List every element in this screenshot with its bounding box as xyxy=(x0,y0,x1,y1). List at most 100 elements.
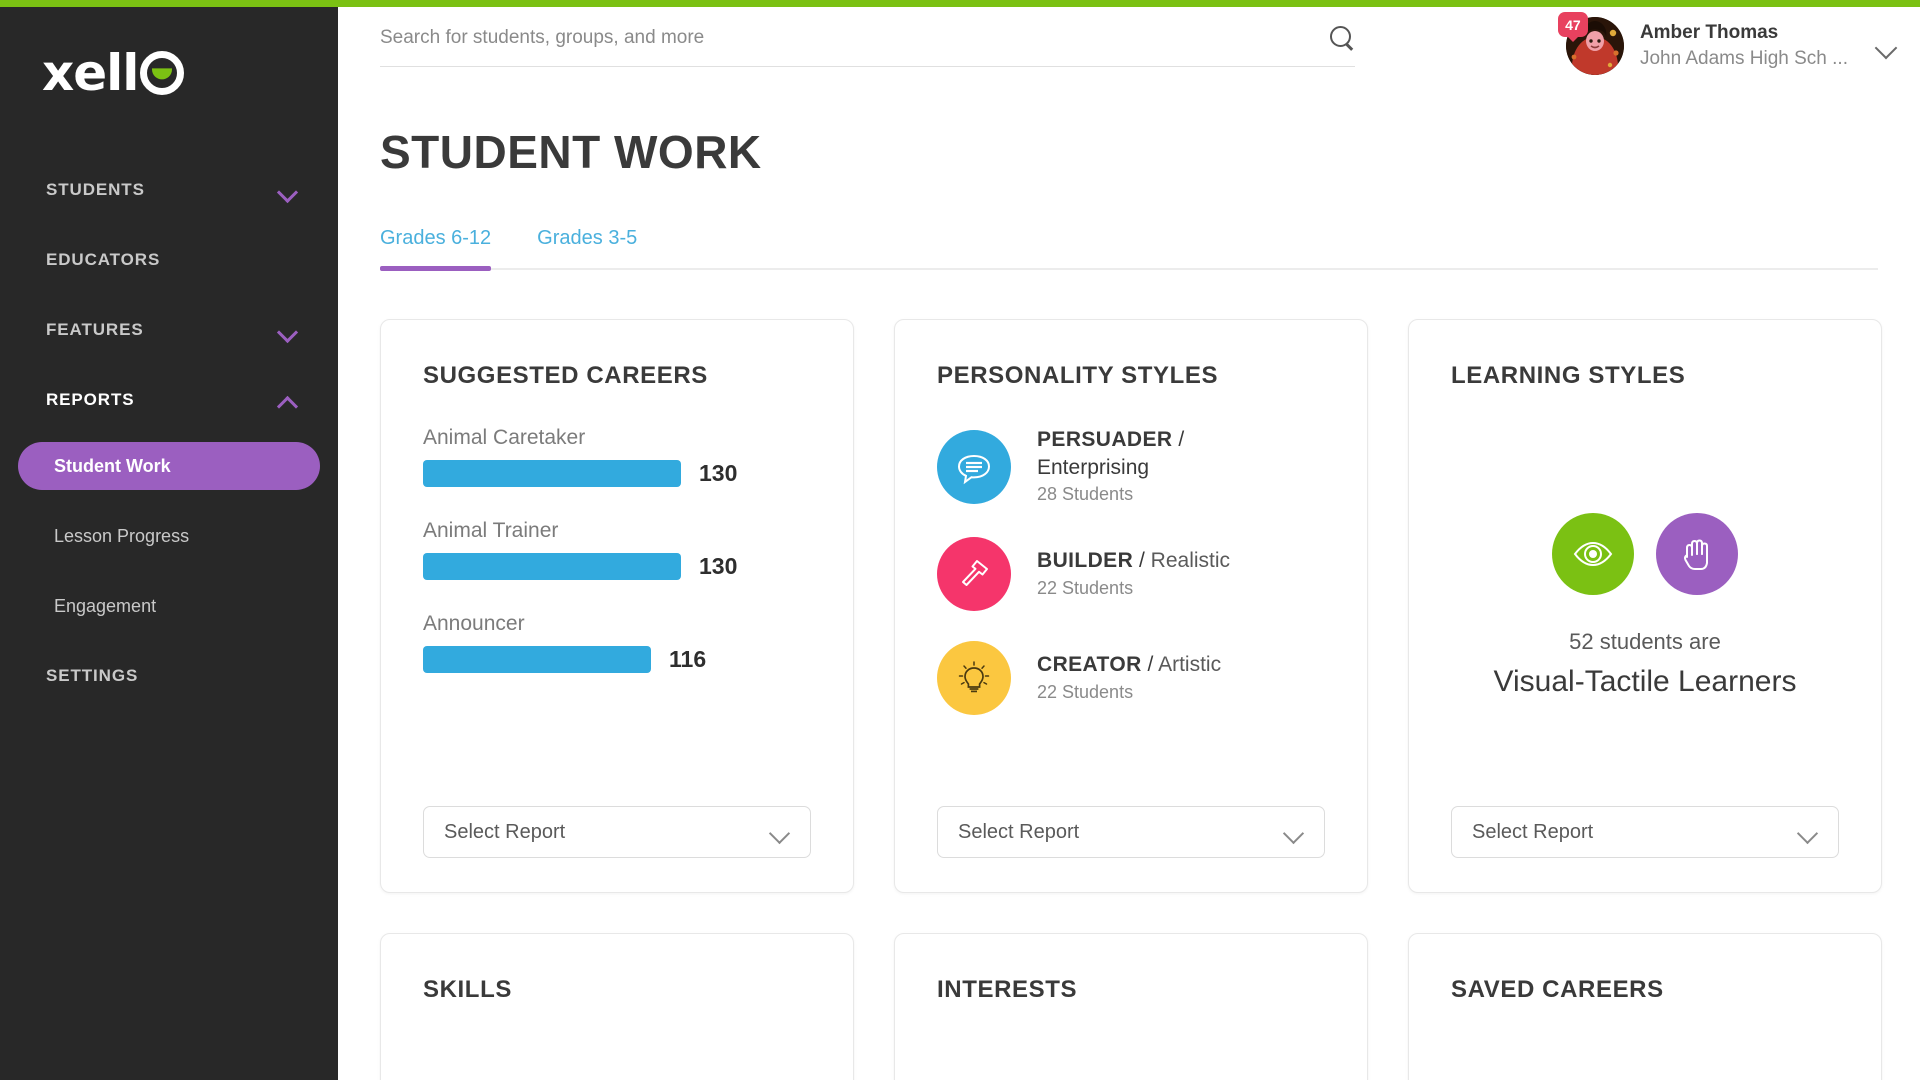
card-interests: INTERESTS xyxy=(894,933,1368,1080)
sidebar-item-lesson-progress[interactable]: Lesson Progress xyxy=(18,512,320,560)
bar-row: Announcer 116 xyxy=(423,612,811,673)
sidebar-item-features[interactable]: FEATURES xyxy=(0,312,338,348)
sidebar-item-engagement[interactable]: Engagement xyxy=(18,582,320,630)
bar-fill xyxy=(423,646,651,673)
learning-styles-count: 52 students are xyxy=(1569,629,1721,654)
personality-name-line: BUILDER / Realistic xyxy=(1037,549,1230,572)
card-saved-careers: SAVED CAREERS xyxy=(1408,933,1882,1080)
sidebar-item-label: EDUCATORS xyxy=(46,250,161,269)
personality-count: 28 Students xyxy=(1037,484,1134,505)
personality-name: BUILDER xyxy=(1037,549,1134,573)
personality-styles-list: PERSUADER / Enterprising 28 Students BUI… xyxy=(937,426,1325,806)
sidebar-item-settings[interactable]: SETTINGS xyxy=(0,658,338,694)
cards-grid: SUGGESTED CAREERS Animal Caretaker 130 A… xyxy=(380,319,1882,1080)
chevron-down-icon xyxy=(279,185,296,195)
list-item: CREATOR / Artistic 22 Students xyxy=(937,641,1325,716)
personality-subtitle: Enterprising xyxy=(1037,455,1150,479)
bar-fill xyxy=(423,460,681,487)
personality-name: PERSUADER xyxy=(1037,428,1173,451)
page-title: STUDENT WORK xyxy=(380,126,762,178)
card-suggested-careers: SUGGESTED CAREERS Animal Caretaker 130 A… xyxy=(380,319,854,893)
personality-subtitle: Artistic xyxy=(1158,653,1222,677)
profile-text: Amber Thomas John Adams High Sch ... xyxy=(1640,20,1848,71)
tab-grades-3-5[interactable]: Grades 3-5 xyxy=(537,227,637,268)
chevron-down-icon xyxy=(770,826,790,838)
search-icon[interactable] xyxy=(1329,25,1355,51)
search-bar xyxy=(380,25,1355,67)
personality-separator: / xyxy=(1147,653,1154,677)
bar-label: Animal Trainer xyxy=(423,519,559,542)
bar-line: 130 xyxy=(423,460,811,487)
app-root: xell STUDENTS EDUCATORS FEATURES REPORTS xyxy=(0,0,1920,1080)
card-title: SUGGESTED CAREERS xyxy=(423,362,708,389)
notification-badge[interactable]: 47 xyxy=(1557,12,1588,42)
select-report-dropdown[interactable]: Select Report xyxy=(423,806,811,858)
learning-styles-body: 52 students are Visual-Tactile Learners xyxy=(1451,426,1839,806)
logo-leaf-icon xyxy=(152,68,173,80)
sidebar-item-student-work[interactable]: Student Work xyxy=(18,442,320,490)
profile-menu[interactable]: 47 Amber Thomas John Adams High Sch ... xyxy=(1557,12,1898,75)
card-skills: SKILLS xyxy=(380,933,854,1080)
sidebar-item-label: SETTINGS xyxy=(46,666,139,685)
bar-value: 116 xyxy=(669,646,707,672)
chevron-down-icon xyxy=(1284,826,1304,838)
sidebar-reports-submenu: Student Work Lesson Progress Engagement xyxy=(0,442,338,630)
top-accent-bar xyxy=(0,0,1920,7)
personality-subtitle: Realistic xyxy=(1150,549,1231,573)
main-content: STUDENT WORK Grades 6-12 Grades 3-5 SUGG… xyxy=(338,87,1920,1080)
card-personality-styles: PERSONALITY STYLES PERSUADER / Enterpris… xyxy=(894,319,1368,893)
list-item-text: BUILDER / Realistic 22 Students xyxy=(1037,547,1230,600)
top-header: 47 xyxy=(338,7,1920,87)
bar-label: Animal Caretaker xyxy=(423,426,586,449)
sidebar-item-label: FEATURES xyxy=(46,320,144,339)
logo-wordmark: xell xyxy=(42,44,139,102)
sidebar-item-label: STUDENTS xyxy=(46,180,145,199)
select-report-label: Select Report xyxy=(444,820,566,843)
personality-separator: / xyxy=(1178,428,1185,451)
xello-logo[interactable]: xell xyxy=(42,44,185,102)
select-report-dropdown[interactable]: Select Report xyxy=(937,806,1325,858)
card-learning-styles: LEARNING STYLES 52 students are Visual-T… xyxy=(1408,319,1882,893)
personality-name: CREATOR xyxy=(1037,653,1142,677)
eye-icon xyxy=(1552,513,1634,595)
search-input[interactable] xyxy=(380,27,1329,49)
chevron-down-icon xyxy=(279,325,296,335)
sidebar-item-reports[interactable]: REPORTS xyxy=(0,382,338,418)
chevron-down-icon[interactable] xyxy=(1876,40,1898,53)
learning-styles-label: Visual-Tactile Learners xyxy=(1493,665,1797,698)
personality-name-line: PERSUADER / xyxy=(1037,428,1184,451)
tab-bar: Grades 6-12 Grades 3-5 xyxy=(380,227,1878,271)
select-report-dropdown[interactable]: Select Report xyxy=(1451,806,1839,858)
personality-name-line: CREATOR / Artistic xyxy=(1037,653,1221,676)
personality-count: 22 Students xyxy=(1037,682,1134,703)
tab-grades-6-12[interactable]: Grades 6-12 xyxy=(380,227,492,271)
card-title: LEARNING STYLES xyxy=(1451,362,1686,389)
list-item: BUILDER / Realistic 22 Students xyxy=(937,537,1325,612)
suggested-careers-bar-chart: Animal Caretaker 130 Animal Trainer 130 xyxy=(423,426,811,806)
bar-row: Animal Trainer 130 xyxy=(423,519,811,580)
card-title: SAVED CAREERS xyxy=(1451,976,1664,1003)
bar-row: Animal Caretaker 130 xyxy=(423,426,811,487)
bar-fill xyxy=(423,553,681,580)
list-item: PERSUADER / Enterprising 28 Students xyxy=(937,426,1325,507)
bar-line: 130 xyxy=(423,553,811,580)
personality-count: 22 Students xyxy=(1037,578,1134,599)
logo-o-mark xyxy=(140,51,185,95)
sidebar-item-students[interactable]: STUDENTS xyxy=(0,172,338,208)
bar-value: 130 xyxy=(699,460,738,486)
bar-line: 116 xyxy=(423,646,811,673)
sidebar-nav: STUDENTS EDUCATORS FEATURES REPORTS Stud… xyxy=(0,172,338,728)
select-report-label: Select Report xyxy=(958,820,1080,843)
speech-bubble-icon xyxy=(937,429,1011,504)
card-title: INTERESTS xyxy=(937,976,1078,1003)
hammer-icon xyxy=(937,537,1011,612)
bar-value: 130 xyxy=(699,553,738,579)
sidebar-item-educators[interactable]: EDUCATORS xyxy=(0,242,338,278)
avatar-wrapper: 47 xyxy=(1557,12,1624,75)
sidebar-item-label: REPORTS xyxy=(46,390,135,409)
hand-icon xyxy=(1656,513,1738,595)
sidebar: xell STUDENTS EDUCATORS FEATURES REPORTS xyxy=(0,0,338,1080)
card-title: PERSONALITY STYLES xyxy=(937,362,1219,389)
lightbulb-icon xyxy=(937,641,1011,716)
list-item-text: PERSUADER / Enterprising 28 Students xyxy=(1037,426,1184,507)
